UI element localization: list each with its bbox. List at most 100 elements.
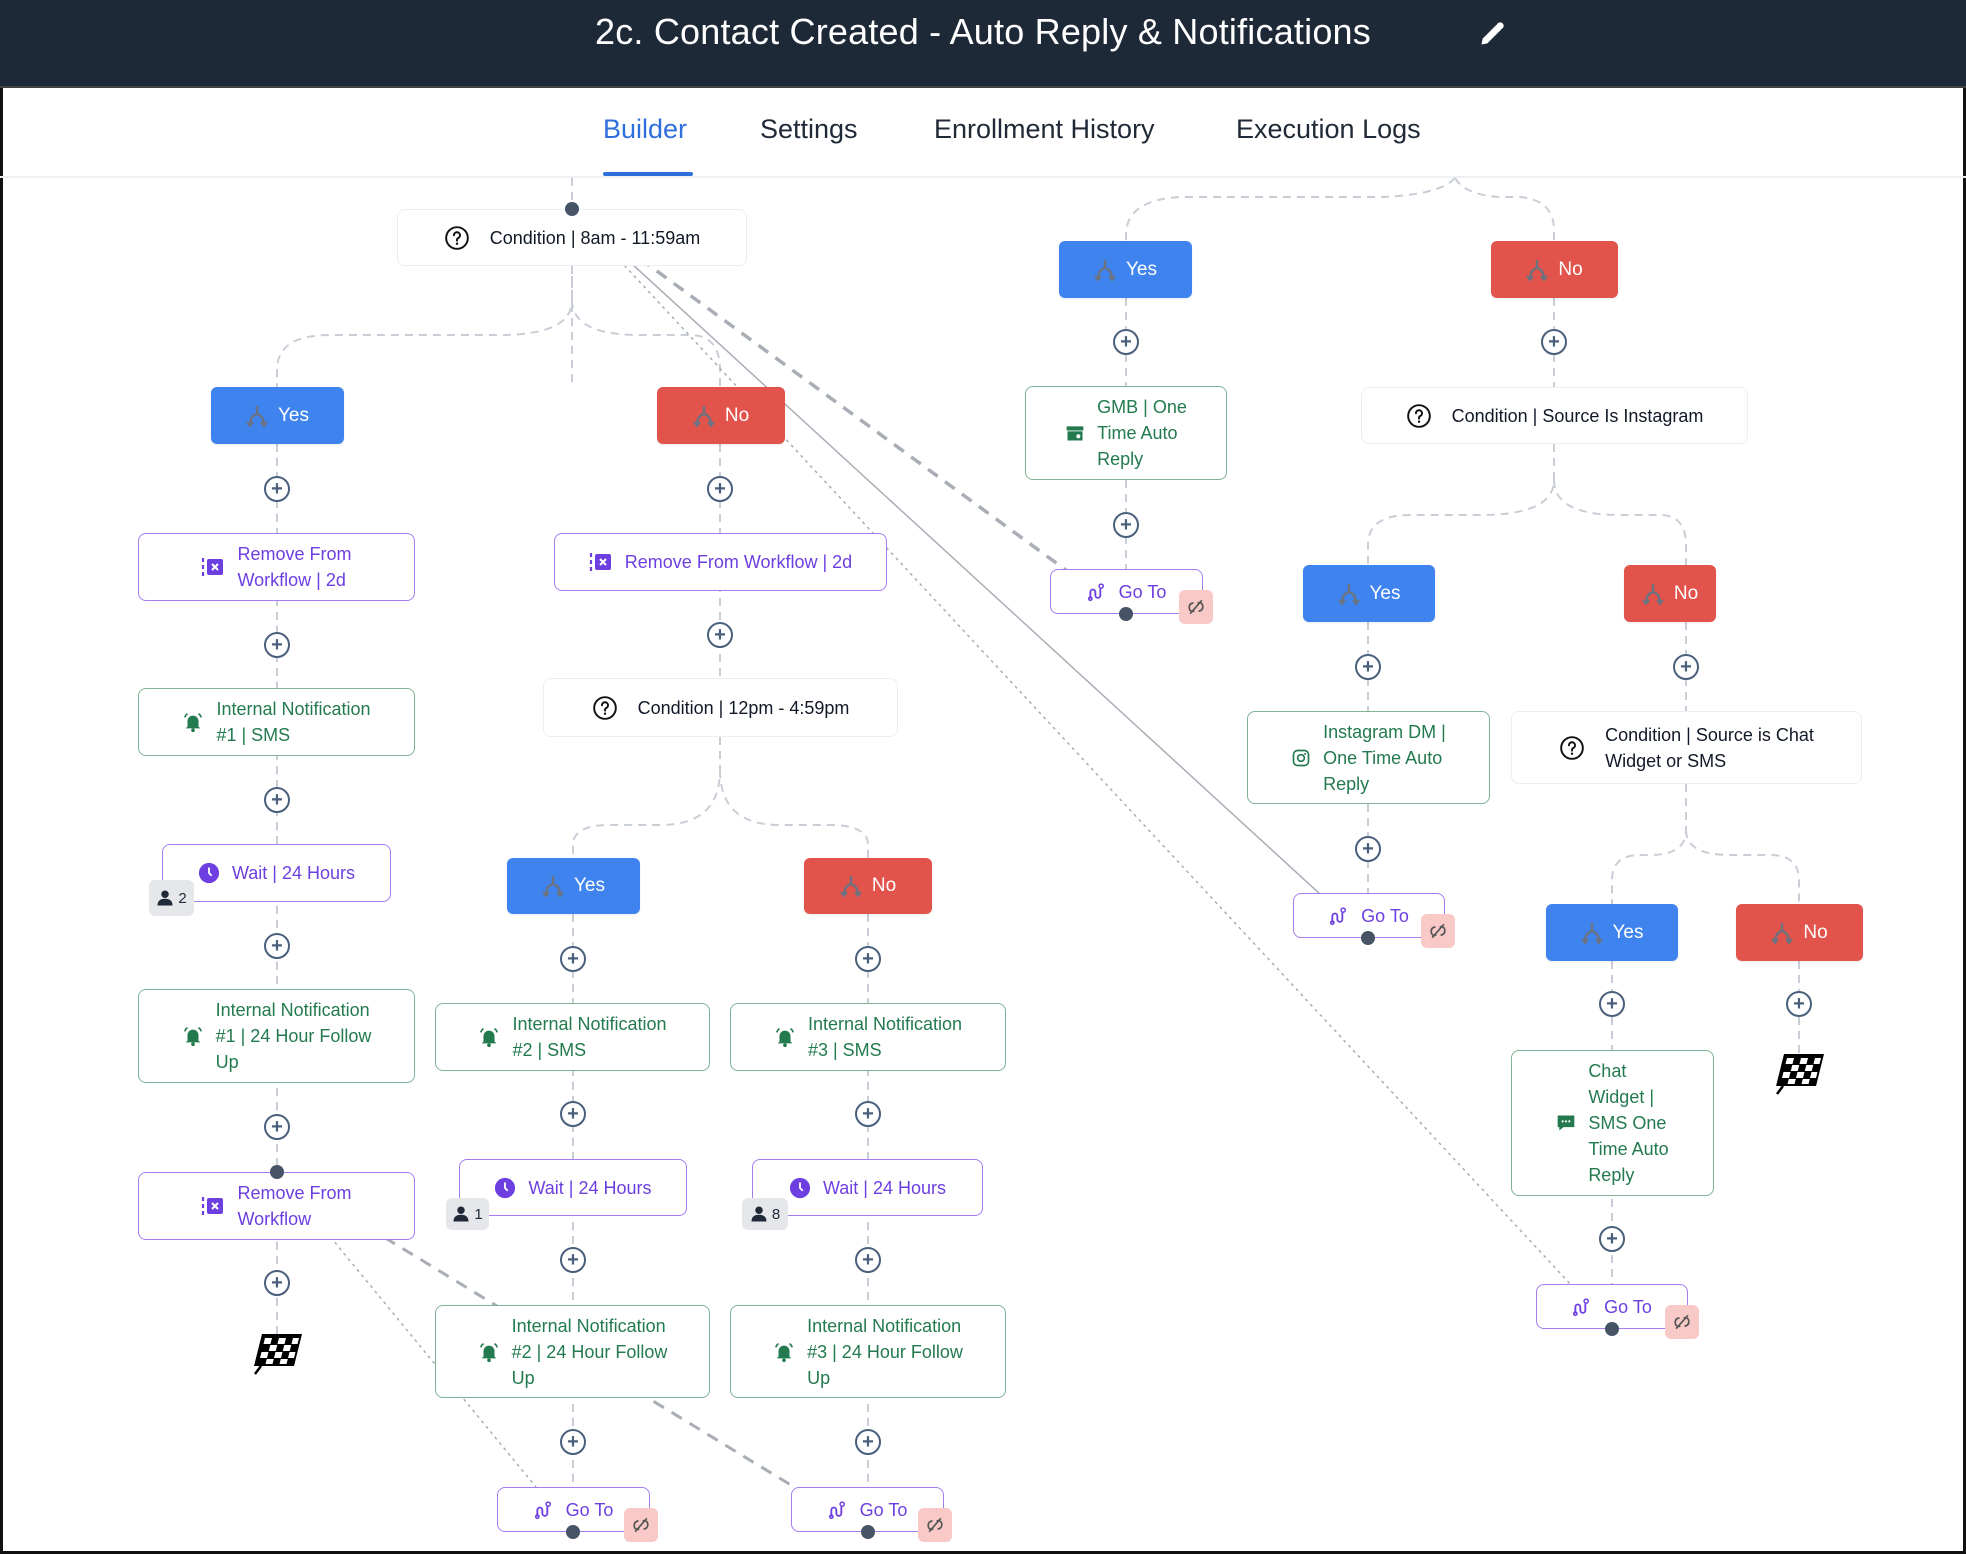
add-step-button[interactable]: +: [855, 946, 881, 972]
add-step-button[interactable]: +: [264, 476, 290, 502]
goto-anchor-dot: [861, 1525, 875, 1539]
unlink-button[interactable]: [1421, 914, 1455, 948]
tab-builder[interactable]: Builder: [603, 114, 687, 145]
internal-notification-node[interactable]: Internal Notification #2 | 24 Hour Follow…: [435, 1305, 710, 1398]
condition-node-chat-sms[interactable]: Condition | Source is Chat Widget or SMS: [1511, 711, 1862, 784]
bell-icon: [182, 711, 204, 733]
tab-enrollment-history[interactable]: Enrollment History: [934, 114, 1155, 145]
clock-icon: [198, 862, 220, 884]
remove-from-workflow-node[interactable]: Remove From Workflow | 2d: [138, 533, 415, 601]
add-step-button[interactable]: +: [264, 1270, 290, 1296]
no-branch[interactable]: No: [1624, 565, 1716, 622]
add-step-button[interactable]: +: [560, 1247, 586, 1273]
bell-icon: [182, 1025, 204, 1047]
tab-settings[interactable]: Settings: [760, 114, 858, 145]
remove-from-workflow-node[interactable]: Remove From Workflow: [138, 1172, 415, 1240]
remove-workflow-icon: [201, 556, 225, 578]
condition-node-morning[interactable]: Condition | 8am - 11:59am: [397, 209, 747, 266]
add-step-button[interactable]: +: [855, 1429, 881, 1455]
contact-count-badge[interactable]: 2: [149, 880, 194, 916]
route-icon: [828, 1500, 848, 1520]
branch-icon: [840, 874, 862, 898]
yes-branch[interactable]: Yes: [1546, 904, 1678, 961]
internal-notification-node[interactable]: Internal Notification #1 | 24 Hour Follow…: [138, 989, 415, 1083]
add-step-button[interactable]: +: [1355, 836, 1381, 862]
no-branch[interactable]: No: [657, 387, 785, 444]
route-icon: [1087, 582, 1107, 602]
unlink-icon: [1430, 923, 1446, 939]
goto-anchor-dot: [1361, 931, 1375, 945]
remove-from-workflow-node[interactable]: Remove From Workflow | 2d: [554, 533, 887, 591]
branch-icon: [246, 404, 268, 428]
finish-flag-icon: [254, 1334, 303, 1375]
add-step-button[interactable]: +: [1599, 991, 1625, 1017]
add-step-button[interactable]: +: [1355, 654, 1381, 680]
yes-branch[interactable]: Yes: [1059, 241, 1192, 298]
wait-node[interactable]: Wait | 24 Hours: [162, 844, 391, 902]
gmb-reply-node[interactable]: GMB | One Time Auto Reply: [1025, 386, 1227, 480]
remove-workflow-icon: [589, 551, 613, 573]
add-step-button[interactable]: +: [1113, 329, 1139, 355]
bell-icon: [774, 1026, 796, 1048]
no-branch[interactable]: No: [804, 858, 932, 914]
bell-icon: [478, 1341, 500, 1363]
bell-icon: [773, 1341, 795, 1363]
add-step-button[interactable]: +: [264, 787, 290, 813]
add-step-button[interactable]: +: [707, 476, 733, 502]
yes-branch[interactable]: Yes: [507, 858, 640, 914]
add-step-button[interactable]: +: [855, 1247, 881, 1273]
active-tab-indicator: [603, 172, 693, 176]
condition-node-afternoon[interactable]: Condition | 12pm - 4:59pm: [543, 678, 898, 737]
route-icon: [1572, 1297, 1592, 1317]
condition-node-instagram[interactable]: Condition | Source Is Instagram: [1361, 387, 1748, 444]
bell-icon: [478, 1026, 500, 1048]
branch-icon: [1526, 258, 1549, 282]
add-step-button[interactable]: +: [560, 1101, 586, 1127]
route-icon: [534, 1500, 554, 1520]
internal-notification-node[interactable]: Internal Notification #1 | SMS: [138, 688, 415, 756]
add-step-button[interactable]: +: [560, 1429, 586, 1455]
tab-execution-logs[interactable]: Execution Logs: [1236, 114, 1421, 145]
person-icon: [157, 890, 173, 906]
goto-anchor-dot: [1119, 607, 1133, 621]
unlink-icon: [633, 1517, 649, 1533]
add-step-button[interactable]: +: [1541, 329, 1567, 355]
contact-count-badge[interactable]: 8: [742, 1198, 788, 1230]
instagram-reply-node[interactable]: Instagram DM | One Time Auto Reply: [1247, 711, 1490, 804]
add-step-button[interactable]: +: [264, 632, 290, 658]
add-step-button[interactable]: +: [707, 622, 733, 648]
wait-node[interactable]: Wait | 24 Hours: [459, 1159, 687, 1216]
add-step-button[interactable]: +: [1113, 512, 1139, 538]
add-step-button[interactable]: +: [264, 933, 290, 959]
yes-branch[interactable]: Yes: [211, 387, 344, 444]
tab-bar: Builder Settings Enrollment History Exec…: [0, 88, 1966, 178]
yes-branch[interactable]: Yes: [1303, 565, 1435, 622]
finish-flag-icon: [1776, 1054, 1825, 1095]
pencil-icon[interactable]: [1478, 20, 1506, 48]
internal-notification-node[interactable]: Internal Notification #2 | SMS: [435, 1003, 710, 1071]
add-step-button[interactable]: +: [1786, 991, 1812, 1017]
add-step-button[interactable]: +: [264, 1114, 290, 1140]
workflow-header: 2c. Contact Created - Auto Reply & Notif…: [0, 0, 1966, 88]
add-step-button[interactable]: +: [1599, 1226, 1625, 1252]
unlink-icon: [1188, 599, 1204, 615]
unlink-icon: [927, 1517, 943, 1533]
goto-anchor-dot: [566, 1525, 580, 1539]
internal-notification-node[interactable]: Internal Notification #3 | 24 Hour Follow…: [730, 1305, 1006, 1398]
add-step-button[interactable]: +: [1673, 654, 1699, 680]
person-icon: [751, 1206, 767, 1222]
add-step-button[interactable]: +: [560, 946, 586, 972]
internal-notification-node[interactable]: Internal Notification #3 | SMS: [730, 1003, 1006, 1071]
no-branch[interactable]: No: [1491, 241, 1618, 298]
branch-icon: [1771, 921, 1794, 945]
no-branch[interactable]: No: [1736, 904, 1863, 961]
chat-widget-reply-node[interactable]: Chat Widget | SMS One Time Auto Reply: [1511, 1050, 1714, 1196]
unlink-button[interactable]: [1665, 1305, 1699, 1339]
unlink-button[interactable]: [624, 1508, 658, 1542]
instagram-icon: [1291, 748, 1311, 768]
add-step-button[interactable]: +: [855, 1101, 881, 1127]
workflow-title: 2c. Contact Created - Auto Reply & Notif…: [595, 11, 1371, 52]
unlink-button[interactable]: [918, 1508, 952, 1542]
contact-count-badge[interactable]: 1: [446, 1198, 489, 1230]
unlink-button[interactable]: [1179, 590, 1213, 624]
